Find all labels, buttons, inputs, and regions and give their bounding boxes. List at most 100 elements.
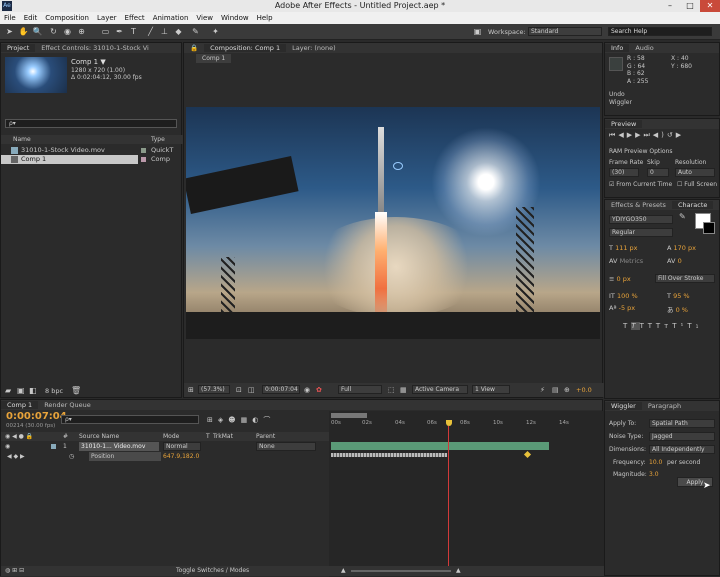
font-style-select[interactable]: Regular	[609, 228, 673, 237]
project-search-input[interactable]: ρ▾	[5, 119, 177, 128]
horizontal-scale-value[interactable]: 95 %	[673, 292, 690, 300]
rotation-tool-icon[interactable]: ↻	[48, 26, 59, 37]
shape-tool-icon[interactable]: ▭	[100, 26, 111, 37]
transparency-grid-icon[interactable]: ▦	[400, 386, 407, 394]
trash-icon[interactable]: 🗑	[71, 386, 81, 395]
puppet-tool-icon[interactable]: ✦	[210, 26, 221, 37]
grid-icon[interactable]: ⊡	[236, 386, 242, 394]
menu-layer[interactable]: Layer	[93, 12, 121, 22]
layer-parent-select[interactable]: None	[256, 442, 316, 451]
new-comp-icon[interactable]: ▣	[17, 386, 25, 395]
workspace-select[interactable]: Standard	[528, 27, 602, 36]
tab-preview[interactable]: Preview	[605, 120, 643, 128]
view-layout-select[interactable]: 1 View	[472, 385, 510, 394]
leading-value[interactable]: 170 px	[674, 244, 696, 252]
ram-preview-options[interactable]: RAM Preview Options	[609, 148, 673, 155]
video-visibility-icon[interactable]: ◉	[5, 442, 10, 451]
skip-select[interactable]: 0	[647, 168, 669, 177]
all-caps-icon[interactable]: TT	[640, 322, 656, 330]
faux-italic-icon[interactable]: T	[631, 322, 640, 330]
resolution-select[interactable]: Auto	[675, 168, 715, 177]
roto-brush-tool-icon[interactable]: ✎	[190, 26, 201, 37]
menu-composition[interactable]: Composition	[41, 12, 93, 22]
magnitude-value[interactable]: 3.0	[649, 471, 659, 478]
graph-editor-icon[interactable]: ⌒	[263, 416, 275, 424]
zoom-slider[interactable]	[351, 570, 451, 572]
ram-preview-icon[interactable]: ▶	[676, 131, 684, 139]
subscript-icon[interactable]: T₁	[687, 322, 702, 330]
col-name[interactable]: Name	[13, 135, 31, 144]
frame-rate-select[interactable]: (30)	[609, 168, 639, 177]
brush-tool-icon[interactable]: ╱	[145, 26, 156, 37]
bpc-button[interactable]: 8 bpc	[45, 387, 63, 395]
tsume-value[interactable]: 0 %	[676, 306, 688, 314]
snapshot-icon[interactable]: ◫	[248, 386, 255, 394]
tab-effects-presets[interactable]: Effects & Presets	[605, 201, 672, 209]
stopwatch-icon[interactable]: ◷	[69, 452, 74, 461]
noise-type-select[interactable]: Jagged	[649, 432, 715, 441]
pen-tool-icon[interactable]: ✒	[114, 26, 125, 37]
col-source-name[interactable]: Source Name	[79, 432, 119, 441]
small-caps-icon[interactable]: Tт	[656, 322, 672, 330]
clone-stamp-tool-icon[interactable]: ⊥	[159, 26, 170, 37]
col-trkmat[interactable]: TrkMat	[213, 432, 233, 441]
draft-3d-icon[interactable]: ◈	[218, 416, 228, 424]
lock-icon[interactable]: 🔒	[184, 44, 204, 52]
dimensions-select[interactable]: All Independently	[649, 445, 715, 454]
table-row[interactable]: ◉ 1 31010-1... Video.mov Normal None	[1, 442, 329, 451]
current-timecode[interactable]: 0:00:07:04	[6, 411, 67, 422]
menu-help[interactable]: Help	[253, 12, 277, 22]
selection-tool-icon[interactable]: ➤	[4, 26, 15, 37]
text-tool-icon[interactable]: T	[128, 26, 139, 37]
current-time-indicator[interactable]	[446, 420, 452, 426]
from-current-time-checkbox[interactable]: ☑ From Current Time	[609, 181, 672, 188]
menu-effect[interactable]: Effect	[121, 12, 149, 22]
apply-to-select[interactable]: Spatial Path	[649, 419, 715, 428]
tab-character[interactable]: Characte	[671, 201, 714, 209]
tab-paragraph[interactable]: Paragraph	[642, 402, 687, 410]
layer-name[interactable]: 31010-1... Video.mov	[79, 442, 159, 451]
tab-composition[interactable]: Composition: Comp 1	[204, 44, 287, 52]
maximize-icon[interactable]: □	[680, 0, 700, 12]
frequency-value[interactable]: 10.0	[649, 459, 662, 466]
play-icon[interactable]: ▶	[627, 131, 635, 139]
keyframes-strip[interactable]	[331, 453, 447, 457]
anchor-point-icon[interactable]	[393, 162, 403, 170]
color-channels-icon[interactable]: ✿	[316, 386, 322, 394]
hand-tool-icon[interactable]: ✋	[18, 26, 29, 37]
eraser-tool-icon[interactable]: ◆	[173, 26, 184, 37]
tab-wiggler[interactable]: Wiggler	[605, 402, 642, 410]
hide-shy-icon[interactable]: ☻	[228, 416, 240, 424]
prev-frame-icon[interactable]: ◀	[618, 131, 626, 139]
menu-animation[interactable]: Animation	[149, 12, 193, 22]
zoom-in-icon[interactable]: ▲	[456, 566, 461, 576]
zoom-out-icon[interactable]: ▲	[341, 566, 346, 576]
motion-blur-icon[interactable]: ◐	[252, 416, 263, 424]
work-area-bar[interactable]	[331, 413, 367, 418]
timeline-search-input[interactable]: ρ▾	[61, 415, 199, 424]
current-time-field[interactable]: 0:00:07:04	[262, 385, 300, 394]
tab-info[interactable]: Info	[605, 44, 630, 52]
viewer-image[interactable]	[186, 107, 600, 339]
layer-mode-select[interactable]: Normal	[163, 442, 201, 451]
col-mode[interactable]: Mode	[163, 432, 179, 441]
last-frame-icon[interactable]: ⏭	[643, 131, 652, 139]
col-type[interactable]: Type	[151, 135, 165, 144]
new-folder-icon[interactable]: ▰	[5, 386, 11, 395]
expand-switches-icon[interactable]: ◍ ⊞ ⊟	[5, 566, 24, 576]
av-switches-icon[interactable]: ◉ ◀ ● 🔒	[5, 432, 33, 441]
first-frame-icon[interactable]: ⏮	[609, 131, 618, 139]
tracking-value[interactable]: 0	[678, 257, 682, 265]
tab-effect-controls[interactable]: Effect Controls: 31010-1-Stock Vi	[35, 44, 155, 52]
superscript-icon[interactable]: T¹	[672, 322, 687, 330]
menu-file[interactable]: File	[0, 12, 20, 22]
vertical-scale-value[interactable]: 100 %	[617, 292, 638, 300]
tab-audio[interactable]: Audio	[629, 44, 659, 52]
loop-icon[interactable]: ↺	[667, 131, 676, 139]
time-ruler[interactable]: 00s 02s 04s 06s 08s 10s 12s 14s	[329, 420, 604, 432]
col-parent[interactable]: Parent	[256, 432, 275, 441]
comp-mini-flowchart-icon[interactable]: ⊞	[207, 416, 218, 424]
camera-snapshot-icon[interactable]: ◉	[304, 386, 310, 394]
list-item[interactable]: Comp 1	[1, 155, 138, 164]
list-item[interactable]: 31010-1-Stock Video.mov QuickT	[1, 146, 183, 155]
